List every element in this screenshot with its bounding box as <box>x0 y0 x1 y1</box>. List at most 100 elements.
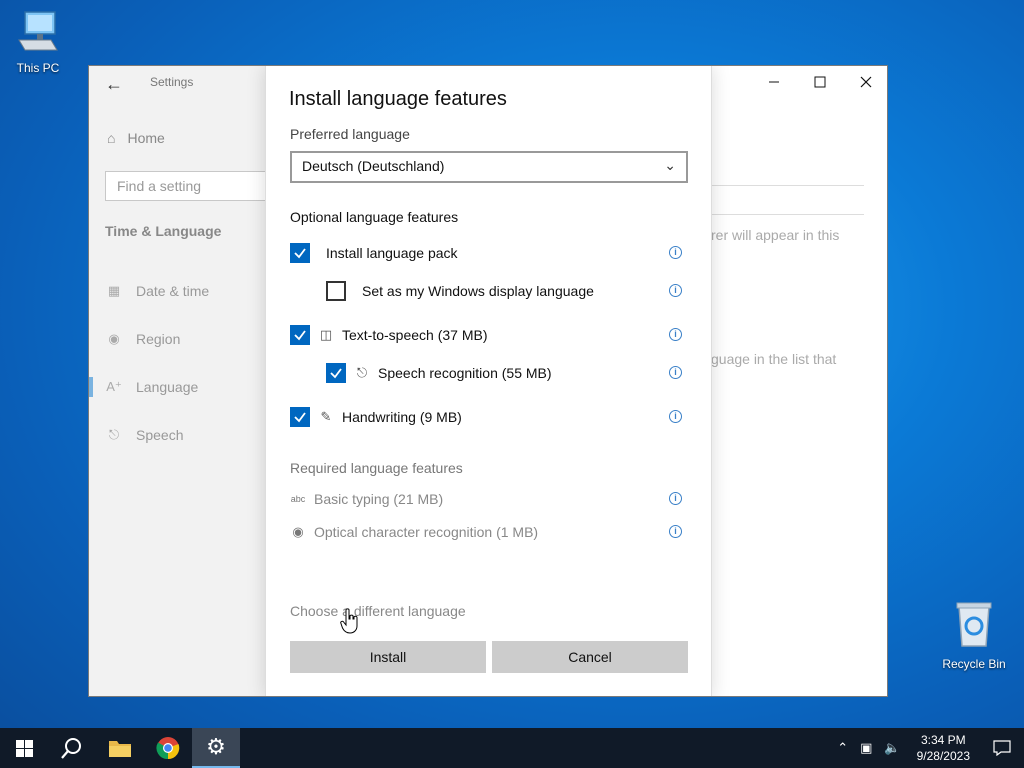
handwriting-icon: ✎ <box>320 409 332 424</box>
option-label: Set as my Windows display language <box>362 283 594 299</box>
sidebar-item-label: Region <box>136 331 181 347</box>
preferred-language-label: Preferred language <box>290 126 410 142</box>
optional-features-label: Optional language features <box>290 209 459 225</box>
chrome-icon <box>156 737 180 760</box>
clock-date: 9/28/2023 <box>916 749 970 763</box>
app-title: Settings <box>150 75 194 89</box>
option-set-display-language[interactable]: Set as my Windows display language i <box>326 279 688 303</box>
file-explorer-button[interactable] <box>96 728 144 768</box>
start-button[interactable] <box>0 728 48 768</box>
text-to-speech-icon: ◫ <box>319 327 333 342</box>
background-text: rer will appear in this <box>711 227 840 243</box>
option-label: Install language pack <box>326 245 458 261</box>
checkbox-checked[interactable] <box>326 363 346 383</box>
recycle-bin-desktop-icon[interactable]: Recycle Bin <box>938 600 1010 671</box>
language-icon: A⁺ <box>106 379 122 394</box>
chevron-up-icon[interactable]: ⌃ <box>837 740 848 756</box>
checkbox-checked[interactable] <box>290 407 310 427</box>
choose-different-language-link[interactable]: Choose a different language <box>290 603 466 619</box>
cancel-button[interactable]: Cancel <box>492 641 688 673</box>
info-icon[interactable]: i <box>669 366 682 379</box>
info-icon[interactable]: i <box>669 410 682 423</box>
notification-icon <box>993 740 1011 756</box>
notifications-button[interactable] <box>980 728 1024 768</box>
checkbox-checked[interactable] <box>290 325 310 345</box>
info-icon[interactable]: i <box>669 492 682 505</box>
microphone-icon: ⎋ <box>356 365 368 380</box>
windows-logo-icon <box>15 739 33 757</box>
sidebar-item-label: Speech <box>136 427 184 443</box>
install-language-dialog: Install language features Preferred lang… <box>265 66 712 696</box>
required-features-label: Required language features <box>290 460 463 476</box>
dialog-title: Install language features <box>289 88 507 110</box>
maximize-button[interactable] <box>797 66 843 98</box>
close-button[interactable] <box>843 66 887 98</box>
sidebar-item-label: Language <box>136 379 199 395</box>
sidebar-item-label: Date & time <box>136 283 210 299</box>
recycle-bin-icon <box>956 602 992 647</box>
option-text-to-speech[interactable]: ◫ Text-to-speech (37 MB) i <box>290 323 688 347</box>
clock[interactable]: 3:34 PM 9/28/2023 <box>917 732 970 764</box>
system-tray: ⌃ ▣ 🔈 3:34 PM 9/28/2023 <box>831 728 1024 768</box>
checkbox-checked[interactable] <box>290 243 310 263</box>
close-icon <box>860 76 872 88</box>
folder-icon <box>109 741 131 757</box>
search-button[interactable] <box>48 728 96 768</box>
option-install-language-pack[interactable]: Install language pack i <box>290 241 688 265</box>
info-icon[interactable]: i <box>669 246 682 259</box>
home-nav-item[interactable]: ⌂ Home <box>107 130 165 146</box>
background-field <box>711 185 864 215</box>
home-icon: ⌂ <box>107 130 116 146</box>
abc-check-icon: abc <box>290 494 306 504</box>
chrome-button[interactable] <box>144 728 192 768</box>
preferred-language-dropdown[interactable]: Deutsch (Deutschland) ⌄ <box>290 151 688 183</box>
info-icon[interactable]: i <box>669 525 682 538</box>
globe-icon: ◉ <box>108 331 120 346</box>
section-title: Time & Language <box>105 223 222 239</box>
home-label: Home <box>127 130 165 146</box>
camera-scan-icon: ◉ <box>292 524 304 539</box>
search-icon <box>61 738 81 759</box>
chevron-down-icon: ⌄ <box>664 157 676 173</box>
background-text: guage in the list that <box>711 351 837 367</box>
minimize-button[interactable] <box>751 66 797 98</box>
option-label: Handwriting (9 MB) <box>342 409 462 425</box>
info-icon[interactable]: i <box>669 284 682 297</box>
info-icon[interactable]: i <box>669 328 682 341</box>
gear-icon: ⚙ <box>206 734 226 759</box>
option-speech-recognition[interactable]: ⎋ Speech recognition (55 MB) i <box>326 361 688 385</box>
microphone-icon: ⎋ <box>108 427 120 442</box>
taskbar: ⚙ ⌃ ▣ 🔈 3:34 PM 9/28/2023 <box>0 728 1024 768</box>
option-handwriting[interactable]: ✎ Handwriting (9 MB) i <box>290 405 688 429</box>
required-basic-typing: abc Basic typing (21 MB) i <box>290 487 688 511</box>
sidebar-item-speech[interactable]: ⎋ Speech <box>89 421 265 449</box>
back-arrow-icon[interactable]: ← <box>105 74 123 95</box>
option-label: Text-to-speech (37 MB) <box>342 327 488 343</box>
calendar-clock-icon: ▦ <box>107 283 121 298</box>
settings-taskbar-button[interactable]: ⚙ <box>192 728 240 768</box>
sidebar-item-date-time[interactable]: ▦ Date & time <box>89 277 265 305</box>
install-button[interactable]: Install <box>290 641 486 673</box>
network-icon[interactable]: ▣ <box>860 740 872 756</box>
settings-window: ← Settings ⌂ Home Find a setting Time & … <box>88 65 888 697</box>
this-pc-label: This PC <box>16 61 60 75</box>
background-content <box>711 66 887 696</box>
checkbox-unchecked[interactable] <box>326 281 346 301</box>
dropdown-value: Deutsch (Deutschland) <box>302 158 445 174</box>
required-label: Basic typing (21 MB) <box>314 491 444 507</box>
clock-time: 3:34 PM <box>920 733 966 747</box>
this-pc-desktop-icon[interactable]: This PC <box>2 8 74 75</box>
required-label: Optical character recognition (1 MB) <box>314 524 539 540</box>
option-label: Speech recognition (55 MB) <box>378 365 552 381</box>
computer-icon <box>18 11 58 51</box>
find-setting-input[interactable]: Find a setting <box>105 171 285 201</box>
volume-muted-icon[interactable]: 🔈 <box>884 740 900 756</box>
sidebar-item-language[interactable]: A⁺ Language <box>89 373 265 401</box>
settings-sidebar: ← Settings ⌂ Home Find a setting Time & … <box>89 66 285 696</box>
maximize-icon <box>814 76 826 88</box>
sidebar-item-region[interactable]: ◉ Region <box>89 325 265 353</box>
recycle-bin-label: Recycle Bin <box>942 657 1006 671</box>
hand-cursor-icon <box>340 608 358 634</box>
required-ocr: ◉ Optical character recognition (1 MB) i <box>290 520 688 544</box>
minimize-icon <box>769 81 779 83</box>
